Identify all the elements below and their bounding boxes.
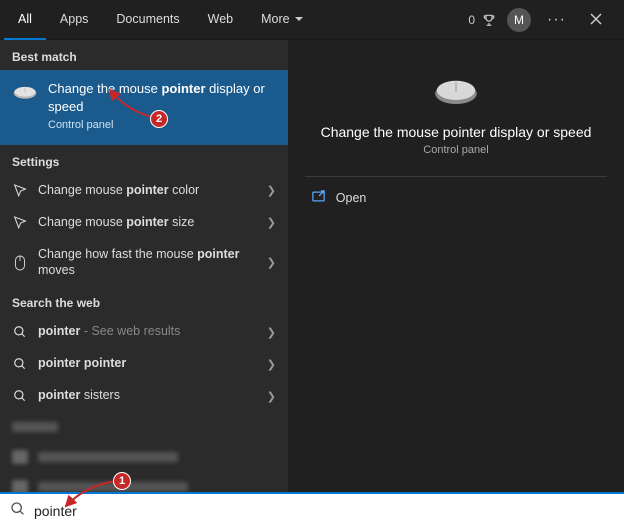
mouse-outline-icon (12, 255, 28, 271)
tab-more[interactable]: More (247, 0, 316, 40)
detail-panel: Change the mouse pointer display or spee… (288, 40, 624, 492)
tab-web[interactable]: Web (194, 0, 247, 40)
reward-points: 0 (468, 13, 475, 27)
best-match-result[interactable]: Change the mouse pointer display or spee… (0, 70, 288, 145)
redacted-item[interactable] (0, 442, 288, 472)
search-icon (12, 388, 28, 404)
cursor-color-icon (12, 183, 28, 199)
search-input[interactable] (34, 503, 614, 519)
web-result-pointer-sisters[interactable]: pointer sisters ❯ (0, 380, 288, 412)
redacted-header (0, 412, 288, 442)
redacted-item[interactable] (0, 472, 288, 492)
mouse-icon (12, 84, 38, 102)
search-tabs: All Apps Documents Web More 0 M ··· (0, 0, 624, 40)
close-button[interactable] (582, 8, 610, 32)
web-header: Search the web (0, 286, 288, 316)
open-icon (311, 189, 326, 207)
chevron-right-icon: ❯ (267, 358, 276, 371)
chevron-right-icon: ❯ (267, 216, 276, 229)
search-icon (12, 356, 28, 372)
rewards-indicator[interactable]: 0 (468, 12, 497, 28)
settings-result-pointer-speed[interactable]: Change how fast the mouse pointer moves … (0, 239, 288, 286)
open-label: Open (336, 191, 367, 205)
settings-result-pointer-size[interactable]: Change mouse pointer size ❯ (0, 207, 288, 239)
tab-all[interactable]: All (4, 0, 46, 40)
search-icon (12, 324, 28, 340)
chevron-right-icon: ❯ (267, 184, 276, 197)
trophy-icon (481, 12, 497, 28)
web-result-pointer-pointer[interactable]: pointer pointer ❯ (0, 348, 288, 380)
chevron-right-icon: ❯ (267, 326, 276, 339)
web-result-pointer[interactable]: pointer - See web results ❯ (0, 316, 288, 348)
search-icon (10, 501, 26, 522)
settings-header: Settings (0, 145, 288, 175)
open-action[interactable]: Open (305, 177, 607, 219)
best-match-header: Best match (0, 40, 288, 70)
detail-title: Change the mouse pointer display or spee… (311, 124, 602, 140)
tab-documents[interactable]: Documents (102, 0, 193, 40)
annotation-badge-1: 1 (113, 472, 131, 490)
more-options-button[interactable]: ··· (541, 7, 572, 33)
user-avatar[interactable]: M (507, 8, 531, 32)
chevron-right-icon: ❯ (267, 256, 276, 269)
results-panel: Best match Change the mouse pointer disp… (0, 40, 288, 492)
annotation-badge-2: 2 (150, 110, 168, 128)
mouse-icon-large (432, 74, 480, 110)
search-bar[interactable] (0, 492, 624, 528)
cursor-size-icon (12, 215, 28, 231)
chevron-right-icon: ❯ (267, 390, 276, 403)
settings-result-pointer-color[interactable]: Change mouse pointer color ❯ (0, 175, 288, 207)
tab-apps[interactable]: Apps (46, 0, 103, 40)
detail-subtitle: Control panel (423, 144, 488, 156)
